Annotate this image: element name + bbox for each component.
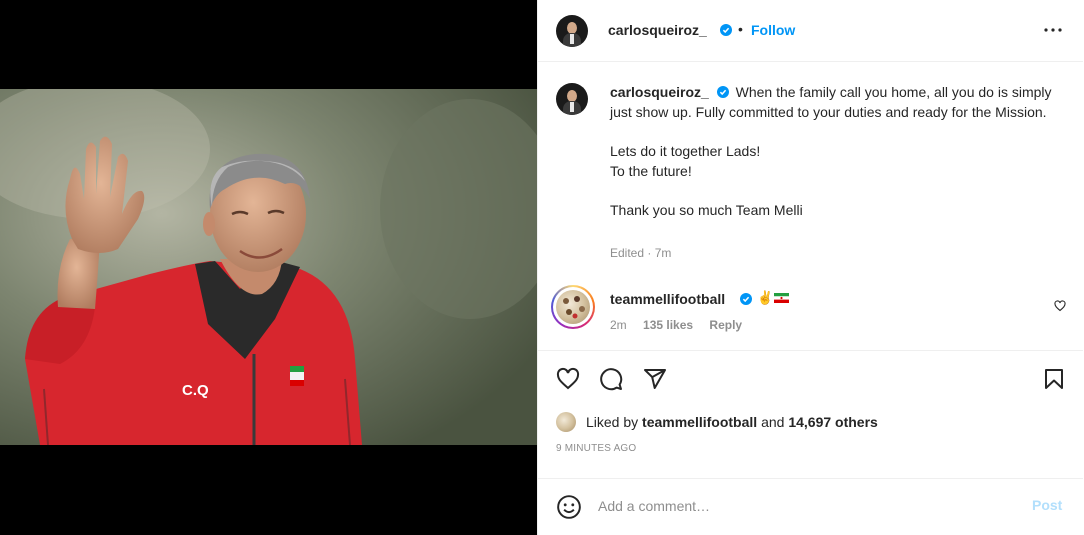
commenter-avatar[interactable] bbox=[551, 285, 595, 329]
bookmark-icon[interactable] bbox=[1042, 367, 1066, 391]
caption-paragraph: Thank you so much Team Melli bbox=[610, 200, 1060, 220]
verified-badge-icon bbox=[740, 293, 752, 305]
author-username[interactable]: carlosqueiroz_ bbox=[608, 22, 707, 38]
likes-user[interactable]: teammellifootball bbox=[642, 414, 757, 430]
separator-dot: • bbox=[738, 21, 743, 37]
comment-time: 2m bbox=[610, 318, 627, 332]
caption-author-avatar[interactable] bbox=[556, 83, 588, 115]
comment-like-heart-icon[interactable] bbox=[1054, 300, 1066, 312]
likes-prefix: Liked by bbox=[586, 414, 639, 430]
coach-waving-image: C.Q bbox=[0, 89, 537, 445]
heart-icon[interactable] bbox=[556, 367, 580, 391]
post-header: carlosqueiroz_ • Follow bbox=[538, 0, 1083, 62]
comment-meta: 2m 135 likes Reply bbox=[610, 318, 755, 332]
author-avatar[interactable] bbox=[556, 15, 588, 47]
emoji-icon[interactable] bbox=[556, 494, 582, 520]
commenter-username[interactable]: teammellifootball bbox=[610, 291, 725, 307]
svg-text:C.Q: C.Q bbox=[182, 382, 209, 399]
victory-hand-emoji: ✌ bbox=[757, 290, 774, 305]
caption-paragraph: Lets do it together Lads! To the future! bbox=[610, 141, 1060, 181]
verified-badge-icon bbox=[720, 24, 732, 36]
likes-and: and bbox=[761, 414, 785, 430]
caption-line: Thank you so much Team Melli bbox=[610, 202, 803, 218]
comment-composer: Post bbox=[538, 478, 1083, 535]
iran-flag-icon bbox=[774, 293, 790, 303]
comment-input[interactable] bbox=[598, 496, 998, 516]
caption-text: carlosqueiroz_ When the family call you … bbox=[610, 82, 1060, 239]
likes-others[interactable]: 14,697 others bbox=[788, 414, 878, 430]
caption-paragraph: carlosqueiroz_ When the family call you … bbox=[610, 82, 1060, 122]
likes-summary[interactable]: Liked by teammellifootball and 14,697 ot… bbox=[556, 412, 878, 432]
comment-likes-count[interactable]: 135 likes bbox=[643, 318, 693, 332]
caption-author-username[interactable]: carlosqueiroz_ bbox=[610, 84, 709, 100]
post-timestamp[interactable]: 9 minutes ago bbox=[556, 443, 636, 454]
post-photo: C.Q bbox=[0, 89, 537, 445]
comment-text: ✌ bbox=[757, 290, 790, 306]
more-options-icon[interactable] bbox=[1041, 18, 1065, 42]
post-actions bbox=[538, 352, 1083, 407]
share-icon[interactable] bbox=[643, 367, 667, 391]
reply-button[interactable]: Reply bbox=[709, 318, 742, 332]
edited-timestamp: Edited · 7m bbox=[610, 246, 672, 260]
liker-avatar bbox=[556, 412, 576, 432]
post-comment-button[interactable]: Post bbox=[1032, 497, 1062, 513]
caption-line: Lets do it together Lads! bbox=[610, 143, 761, 159]
caption-line: To the future! bbox=[610, 163, 692, 179]
follow-button[interactable]: Follow bbox=[751, 22, 795, 38]
verified-badge-icon bbox=[716, 86, 729, 98]
comment-item: teammellifootball ✌ 2m 135 likes Reply bbox=[538, 283, 1083, 351]
comment-icon[interactable] bbox=[599, 367, 623, 391]
post-media[interactable]: C.Q bbox=[0, 0, 537, 535]
post-side-panel: carlosqueiroz_ • Follow carlosqueiroz_ W… bbox=[537, 0, 1084, 535]
